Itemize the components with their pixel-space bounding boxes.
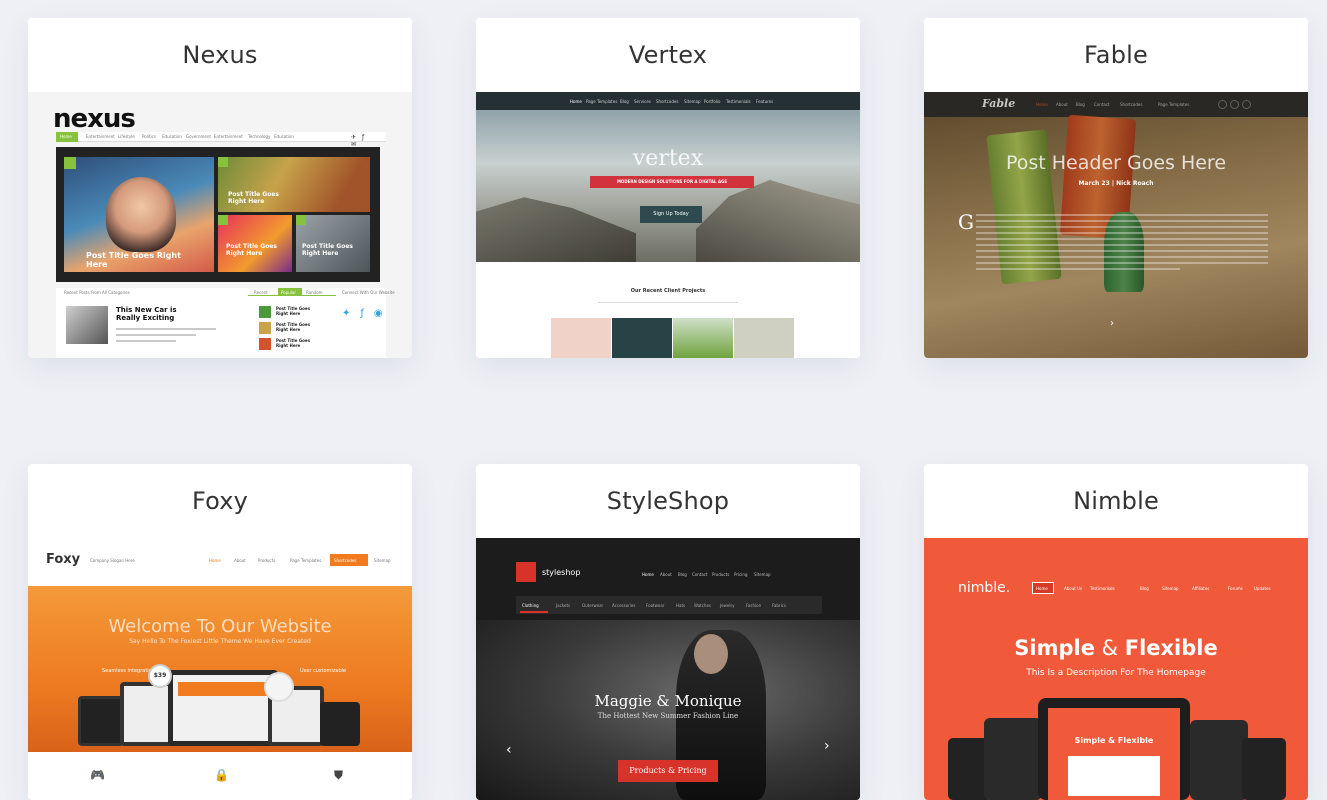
vertex-nav: Home Page Templates Blog Services Shortc… [476, 92, 860, 110]
nimble-headline: Simple & Flexible [1014, 636, 1218, 660]
connect-icons: ✦ƒ◉ [342, 308, 393, 319]
theme-preview-fable[interactable]: Fable Home About Blog Contact Shortcodes… [924, 92, 1308, 358]
styleshop-hero: Maggie & Monique The Hottest New Summer … [476, 620, 860, 800]
theme-title: Foxy [191, 487, 249, 515]
theme-preview-vertex[interactable]: Home Page Templates Blog Services Shortc… [476, 92, 860, 358]
section-title: Our Recent Client Projects [630, 288, 706, 294]
theme-title: Fable [1084, 41, 1148, 69]
theme-card-vertex[interactable]: Vertex Home Page Templates Blog Services… [476, 18, 860, 358]
lock-icon: 🔒 [214, 768, 229, 782]
theme-title: StyleShop [606, 487, 730, 515]
social-icons: ✈ƒ ✉ [351, 134, 371, 148]
project-thumb[interactable] [734, 318, 794, 358]
products-pricing-button[interactable]: Products & Pricing [618, 760, 718, 782]
theme-preview-styleshop[interactable]: styleshop Home About Blog Contact Produc… [476, 538, 860, 800]
theme-preview-nimble[interactable]: nimble. Home About Us Testimonials Blog … [924, 538, 1308, 800]
project-thumb[interactable] [673, 318, 733, 358]
tablet-device: Simple & Flexible [1038, 698, 1190, 800]
theme-title: Vertex [628, 41, 708, 69]
theme-title: Nimble [1073, 487, 1159, 515]
project-thumb[interactable] [551, 318, 611, 358]
theme-preview-foxy[interactable]: Foxy Company Slogan Here Home About Prod… [28, 538, 412, 800]
foxy-hero: Welcome To Our Website Say Hello To The … [28, 586, 412, 752]
nexus-content: Recent Posts From All Categories Recent … [56, 288, 395, 358]
nexus-logo: nexus [53, 104, 136, 134]
category-bar: Clothing Jackets Outerwear Accessories F… [516, 596, 822, 614]
project-thumb[interactable] [612, 318, 672, 358]
nexus-nav: Home Entertainment Lifestyle Politics Ed… [56, 132, 386, 148]
prev-slide-icon[interactable]: ‹ [506, 742, 512, 758]
theme-title: Nexus [182, 41, 258, 69]
price-badge: $39 [148, 664, 172, 688]
theme-preview-nexus[interactable]: nexus Home Entertainment Lifestyle Polit… [28, 92, 412, 358]
next-slide-icon[interactable]: › [824, 738, 830, 754]
theme-card-styleshop[interactable]: StyleShop styleshop Home About Blog Cont… [476, 464, 860, 800]
theme-card-nexus[interactable]: Nexus nexus Home Entertainment Lifestyle… [28, 18, 412, 358]
sign-up-button[interactable]: Sign Up Today [640, 206, 702, 223]
gamepad-icon: 🎮 [90, 768, 105, 782]
nimble-logo: nimble. [958, 580, 1011, 596]
vertex-banner: MODERN DESIGN SOLUTIONS FOR A DIGITAL AG… [590, 176, 754, 188]
shield-icon: ⛊ [334, 768, 344, 782]
styleshop-logo-mark [516, 562, 536, 582]
foxy-logo: Foxy [46, 552, 81, 567]
theme-card-fable[interactable]: Fable Fable Home About Blog Contact Shor… [924, 18, 1308, 358]
next-slide-icon[interactable]: › [1110, 318, 1114, 329]
fable-headline: Post Header Goes Here [1005, 152, 1227, 174]
vertex-hero: vertex MODERN DESIGN SOLUTIONS FOR A DIG… [476, 110, 860, 262]
theme-card-foxy[interactable]: Foxy Foxy Company Slogan Here Home About… [28, 464, 412, 800]
theme-card-nimble[interactable]: Nimble nimble. Home About Us Testimonial… [924, 464, 1308, 800]
nexus-hero: Post Title Goes Right Here Post Title Go… [56, 147, 380, 282]
